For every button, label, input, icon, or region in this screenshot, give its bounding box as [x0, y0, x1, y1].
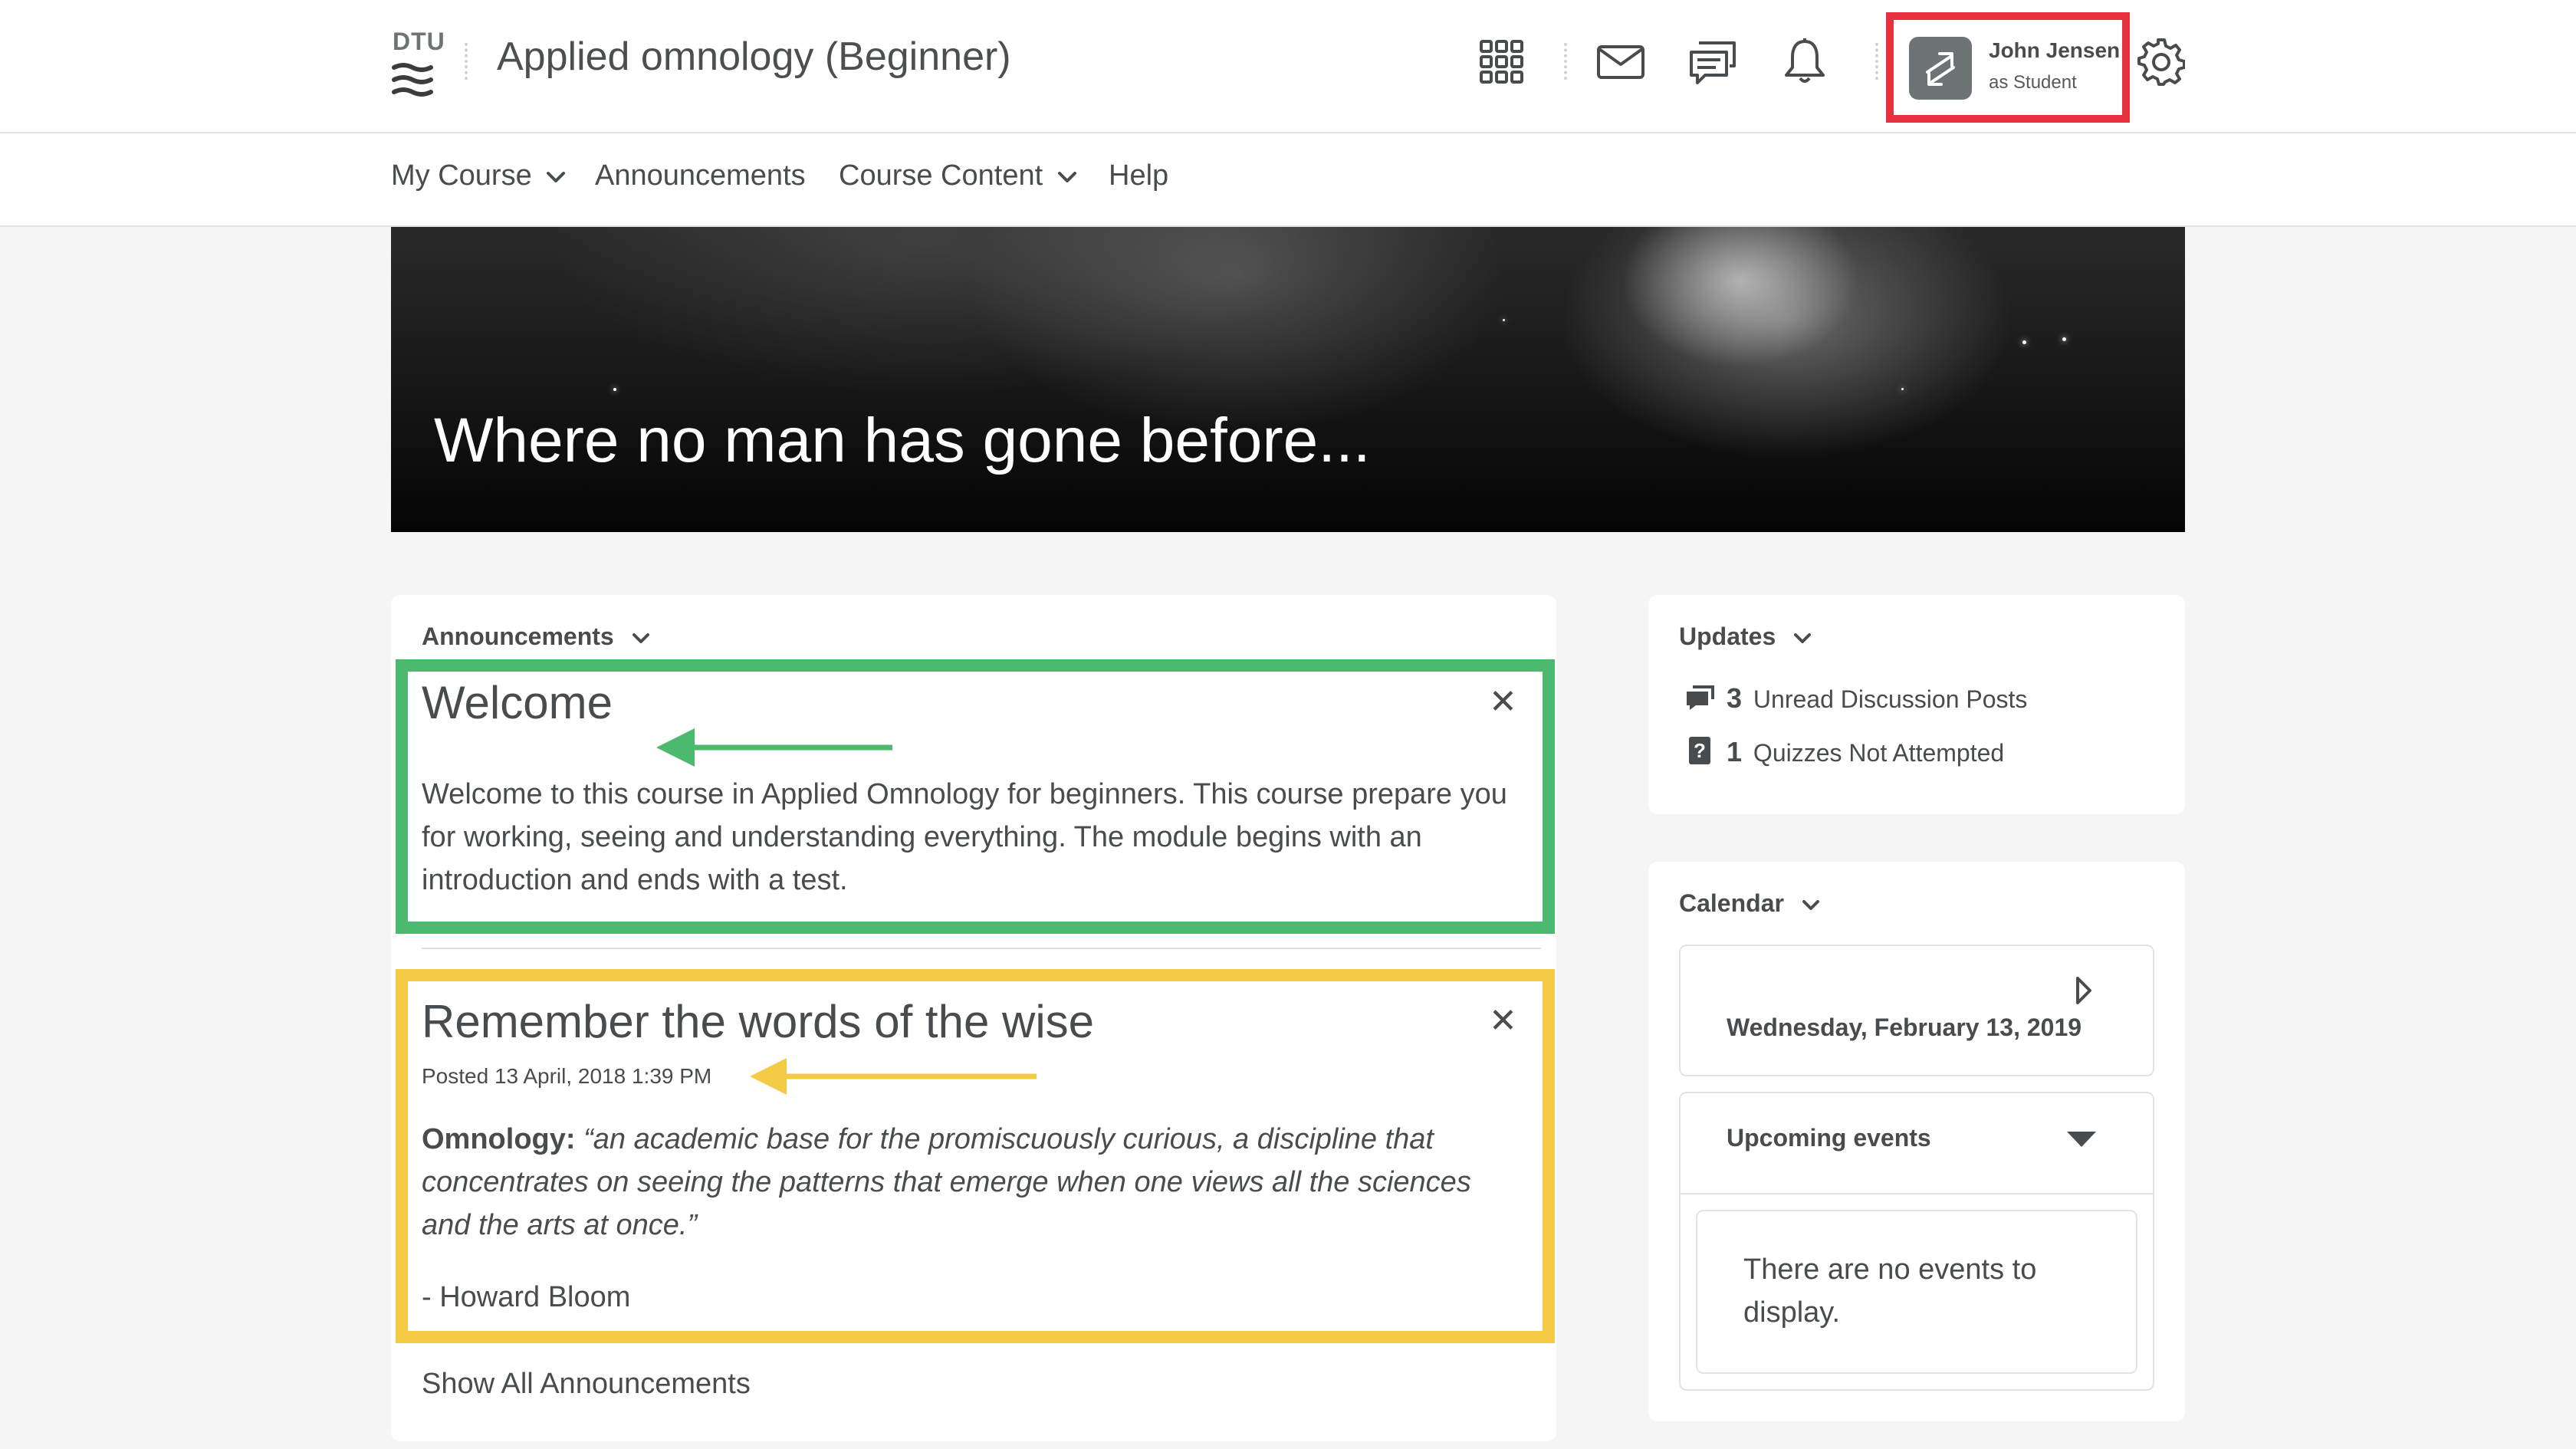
panel-divider [1681, 1193, 2153, 1194]
announcement-posted-date: Posted 13 April, 2018 1:39 PM [422, 1064, 712, 1088]
announcement-quote: Omnology: “an academic base for the prom… [422, 1118, 1510, 1247]
announcement-divider [422, 948, 1541, 949]
updates-widget-header[interactable]: Updates [1679, 623, 1812, 651]
banner-star [1503, 319, 1505, 321]
header-separator [1564, 43, 1570, 80]
role-switch-icon [1926, 52, 1955, 86]
dismiss-announcement-close-icon[interactable]: ✕ [1489, 682, 1517, 721]
no-events-message: There are no events to display. [1743, 1254, 2037, 1329]
widget-title: Calendar [1679, 889, 1784, 917]
course-navbar: My Course Announcements Course Content H… [0, 133, 2576, 227]
widget-title: Updates [1679, 623, 1776, 650]
header-separator [465, 43, 471, 80]
chevron-down-icon [632, 632, 649, 643]
user-name: John Jensen [1989, 38, 2121, 62]
nav-announcements[interactable]: Announcements [595, 159, 806, 192]
calendar-widget-header[interactable]: Calendar [1679, 889, 1820, 918]
quizzes-not-attempted-link[interactable]: 1 Quizzes Not Attempted [1727, 736, 2004, 768]
calendar-date-box [1679, 945, 2154, 1076]
banner-star [1901, 388, 1904, 390]
user-menu-highlight[interactable]: John Jensen as Student [1886, 12, 2130, 123]
settings-gear-icon[interactable] [2137, 38, 2185, 86]
avatar [1909, 37, 1972, 100]
mail-icon[interactable] [1596, 44, 1645, 80]
unread-discussion-posts-link[interactable]: 3 Unread Discussion Posts [1727, 682, 2027, 715]
calendar-current-date: Wednesday, February 13, 2019 [1727, 1014, 2082, 1041]
nav-label: Course Content [839, 159, 1043, 192]
dtu-logo[interactable]: DTU [389, 28, 445, 98]
next-date-arrow-icon[interactable] [2075, 975, 2093, 1006]
nav-label: Help [1109, 159, 1169, 192]
chevron-down-icon [547, 171, 566, 182]
quiz-icon: ? [1689, 737, 1710, 764]
course-banner: Where no man has gone before... [391, 227, 2185, 532]
quote-text: “an academic base for the promiscuously … [422, 1123, 1471, 1241]
announcements-widget-header[interactable]: Announcements [422, 623, 650, 651]
update-count: 1 [1727, 736, 1743, 767]
caret-down-icon[interactable] [2065, 1130, 2098, 1148]
quote-label: Omnology: [422, 1123, 576, 1155]
announcement-body: Welcome to this course in Applied Omnolo… [422, 778, 1507, 896]
user-role: as Student [1989, 72, 2077, 93]
banner-star [2062, 337, 2066, 341]
widget-title: Announcements [422, 623, 614, 650]
top-bar: DTU Applied omnology (Beginner) John Jen… [0, 0, 2576, 133]
arrow-left-icon [750, 1058, 1037, 1095]
discussion-icon [1687, 685, 1714, 710]
update-count: 3 [1727, 682, 1743, 714]
nav-course-content[interactable]: Course Content [839, 159, 1077, 192]
upcoming-events-header[interactable]: Upcoming events [1727, 1124, 1931, 1152]
header-separator [1875, 43, 1881, 80]
chevron-down-icon [1802, 899, 1819, 910]
announcement-title: Remember the words of the wise [422, 996, 1095, 1047]
quote-attribution: - Howard Bloom [422, 1281, 631, 1313]
svg-text:?: ? [1694, 739, 1706, 762]
arrow-left-icon [656, 728, 892, 767]
course-selector-grid-icon[interactable] [1480, 40, 1524, 84]
chevron-down-icon [1057, 171, 1076, 182]
show-all-announcements-link[interactable]: Show All Announcements [422, 1368, 751, 1401]
nav-label: My Course [391, 159, 532, 192]
banner-star [613, 388, 616, 391]
banner-title: Where no man has gone before... [434, 406, 1371, 475]
logo-waves-icon [392, 63, 433, 97]
nav-help[interactable]: Help [1109, 159, 1168, 192]
banner-star [2022, 340, 2026, 344]
update-label: Unread Discussion Posts [1753, 685, 2028, 713]
course-title[interactable]: Applied omnology (Beginner) [497, 34, 1011, 80]
update-label: Quizzes Not Attempted [1753, 739, 2005, 767]
chevron-down-icon [1794, 632, 1812, 643]
discussion-icon[interactable] [1688, 40, 1737, 86]
nav-label: Announcements [595, 159, 806, 192]
announcement-title: Welcome [422, 677, 613, 728]
notifications-bell-icon[interactable] [1783, 37, 1826, 86]
dismiss-announcement-close-icon[interactable]: ✕ [1489, 1001, 1517, 1040]
nav-my-course[interactable]: My Course [391, 159, 566, 192]
logo-text: DTU [393, 28, 445, 55]
